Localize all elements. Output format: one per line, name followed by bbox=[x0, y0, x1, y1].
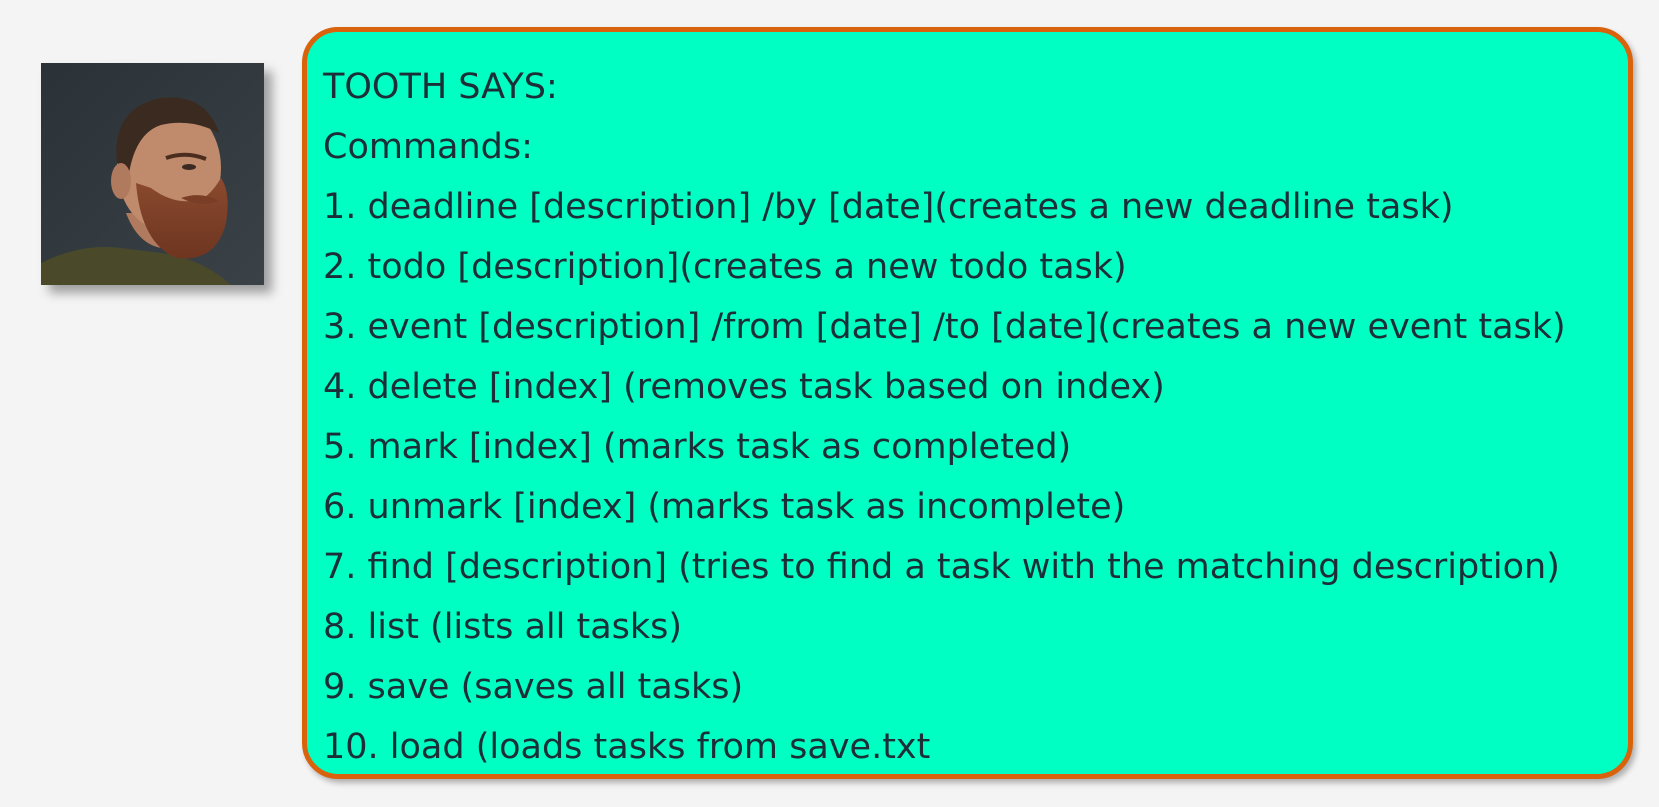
message-line: 4. delete [index] (removes task based on… bbox=[323, 367, 1165, 407]
message-header: TOOTH SAYS: bbox=[323, 67, 558, 107]
message-line: 10. load (loads tasks from save.txt bbox=[323, 727, 931, 767]
message-line: 7. find [description] (tries to find a t… bbox=[323, 547, 1560, 587]
message-bubble: TOOTH SAYS: Commands: 1. deadline [descr… bbox=[302, 27, 1633, 779]
bearded-man-avatar-icon bbox=[41, 63, 264, 285]
message-line: 3. event [description] /from [date] /to … bbox=[323, 307, 1566, 347]
message-line: 6. unmark [index] (marks task as incompl… bbox=[323, 487, 1126, 527]
message-line: 8. list (lists all tasks) bbox=[323, 607, 683, 647]
message-line: Commands: bbox=[323, 127, 533, 167]
message-line: 9. save (saves all tasks) bbox=[323, 667, 744, 707]
message-line: 1. deadline [description] /by [date](cre… bbox=[323, 187, 1454, 227]
message-line: 2. todo [description](creates a new todo… bbox=[323, 247, 1127, 287]
avatar bbox=[41, 63, 264, 285]
message-line: 5. mark [index] (marks task as completed… bbox=[323, 427, 1072, 467]
